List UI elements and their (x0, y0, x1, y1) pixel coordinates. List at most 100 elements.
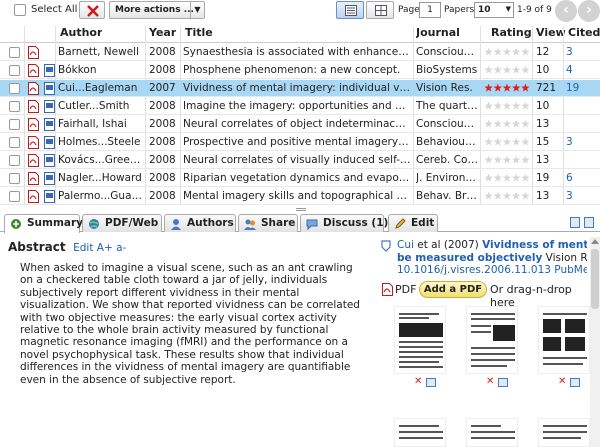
table-row[interactable]: Palermo...Guari... 2008 Mental imagery ski… (0, 188, 600, 205)
rating-stars[interactable] (484, 118, 530, 130)
abstract-header: Abstract Edit A+ a- (8, 240, 368, 254)
column-header-view[interactable]: View (536, 26, 566, 42)
pdf-icon (382, 283, 393, 296)
delete-button[interactable] (79, 1, 105, 19)
table-row[interactable]: Holmes...Steele 2008 Prospective and posit… (0, 134, 600, 151)
abstract-edit-links[interactable]: Edit A+ a- (73, 242, 126, 254)
tab-edit[interactable]: Edit (388, 214, 438, 232)
rating-stars[interactable] (484, 64, 530, 76)
row-title: Phosphene phenomenon: a new concept. (183, 64, 401, 76)
pdf-icon[interactable] (28, 154, 39, 167)
column-header-cited[interactable]: Cited (568, 26, 600, 42)
discuss-icon (306, 219, 318, 230)
grid-view-icon[interactable] (426, 378, 436, 387)
rating-stars[interactable] (484, 100, 530, 112)
grid-view-button[interactable] (366, 1, 394, 19)
previous-page-button[interactable]: ‹ (555, 0, 577, 22)
tab-summary[interactable]: Summary (4, 214, 83, 233)
row-checkbox[interactable] (9, 155, 20, 166)
row-author: Nagler...Howard (58, 172, 142, 184)
tab-discuss[interactable]: Discuss (1) (300, 214, 388, 232)
grid-view-icon[interactable] (498, 378, 508, 387)
row-journal: Consciousn... (416, 118, 478, 130)
tab-authors[interactable]: Authors (164, 214, 236, 232)
table-row[interactable]: Nagler...Howard 2008 Riparian vegetation d… (0, 170, 600, 187)
pdf-icon[interactable] (28, 64, 39, 77)
pdf-icon[interactable] (28, 46, 39, 59)
citation-title-part2[interactable]: be measured objectively (397, 252, 542, 264)
document-icon[interactable] (44, 154, 55, 167)
rating-stars[interactable] (484, 154, 530, 166)
document-icon[interactable] (44, 136, 55, 149)
tab-share[interactable]: Share (238, 214, 298, 232)
pane-splitter[interactable] (0, 207, 600, 212)
row-checkbox[interactable] (9, 83, 20, 94)
thumbnail-controls: ✕ (486, 376, 516, 388)
rating-stars[interactable] (484, 46, 530, 58)
pdf-icon[interactable] (28, 172, 39, 185)
table-row[interactable]: Kovács...Greenlee 2008 Neural correlates o… (0, 152, 600, 169)
pdf-icon[interactable] (28, 82, 39, 95)
grid-view-icon[interactable] (570, 378, 580, 387)
pdf-page-thumbnail[interactable] (394, 418, 446, 447)
column-header-title[interactable]: Title (185, 26, 213, 42)
more-actions-button[interactable]: More actions ... ▼ (109, 1, 205, 19)
pdf-icon[interactable] (28, 190, 39, 203)
citation-author[interactable]: Cui (397, 239, 414, 251)
next-page-button[interactable]: › (578, 0, 600, 22)
row-checkbox[interactable] (9, 173, 20, 184)
column-header-journal[interactable]: Journal (416, 26, 460, 42)
pdf-page-thumbnail[interactable] (538, 418, 590, 447)
document-icon[interactable] (44, 118, 55, 131)
pdf-icon[interactable] (28, 136, 39, 149)
citation-title-part1[interactable]: Vividness of mental ima (482, 239, 587, 251)
table-row[interactable]: Cui...Eagleman 2007 Vividness of mental im… (0, 80, 600, 97)
row-checkbox[interactable] (9, 119, 20, 130)
citation-doi[interactable]: 10.1016/j.visres.2006.11.013 PubMed ID (397, 264, 587, 276)
pdf-icon[interactable] (28, 100, 39, 113)
select-all-checkbox[interactable] (14, 4, 26, 16)
chevron-right-icon: › (586, 2, 592, 18)
split-view-button[interactable] (570, 217, 580, 228)
papers-per-page-select[interactable]: 10 ▼ (474, 2, 514, 18)
pdf-page-thumbnail[interactable] (466, 306, 518, 374)
popout-button[interactable] (584, 217, 594, 228)
document-icon[interactable] (44, 172, 55, 185)
page-input[interactable]: 1 (419, 2, 441, 18)
column-header-year[interactable]: Year (149, 26, 176, 42)
document-icon[interactable] (44, 190, 55, 203)
rating-stars[interactable] (484, 136, 530, 148)
tab-pdf-web[interactable]: PDF/Web (82, 214, 162, 232)
row-year: 2008 (149, 46, 176, 58)
column-header-author[interactable]: Author (60, 26, 102, 42)
row-checkbox[interactable] (9, 137, 20, 148)
rating-stars[interactable] (484, 82, 530, 94)
document-icon[interactable] (44, 82, 55, 95)
delete-page-icon[interactable]: ✕ (414, 376, 422, 387)
table-row[interactable]: Bókkon 2008 Phosphene phenomenon: a new co… (0, 62, 600, 79)
table-row[interactable]: Cutler...Smith 2008 Imagine the imagery: o… (0, 98, 600, 115)
table-row[interactable]: Fairhall, Ishai 2008 Neural correlates of … (0, 116, 600, 133)
row-checkbox[interactable] (9, 65, 20, 76)
delete-page-icon[interactable]: ✕ (558, 376, 566, 387)
add-pdf-button[interactable]: Add a PDF (419, 281, 487, 298)
row-checkbox[interactable] (9, 191, 20, 202)
column-header-rating[interactable]: Rating (491, 26, 532, 42)
scroll-up-icon[interactable] (591, 239, 599, 244)
document-icon[interactable] (44, 64, 55, 77)
row-checkbox[interactable] (9, 101, 20, 112)
rating-stars[interactable] (484, 190, 530, 202)
document-icon[interactable] (44, 100, 55, 113)
detail-scrollbar[interactable] (590, 237, 600, 447)
table-row[interactable]: Barnett, Newell 2008 Synaesthesia is assoc… (0, 44, 600, 61)
pdf-icon[interactable] (28, 118, 39, 131)
delete-page-icon[interactable]: ✕ (486, 376, 494, 387)
pdf-page-thumbnail[interactable] (394, 306, 446, 374)
pdf-page-thumbnail[interactable] (466, 418, 518, 447)
rating-stars[interactable] (484, 172, 530, 184)
pdf-page-thumbnail[interactable] (538, 306, 590, 374)
scrollbar-thumb[interactable] (591, 249, 599, 309)
row-checkbox[interactable] (9, 47, 20, 58)
thumbnail-controls: ✕ (414, 376, 444, 388)
list-view-button[interactable] (336, 1, 364, 19)
